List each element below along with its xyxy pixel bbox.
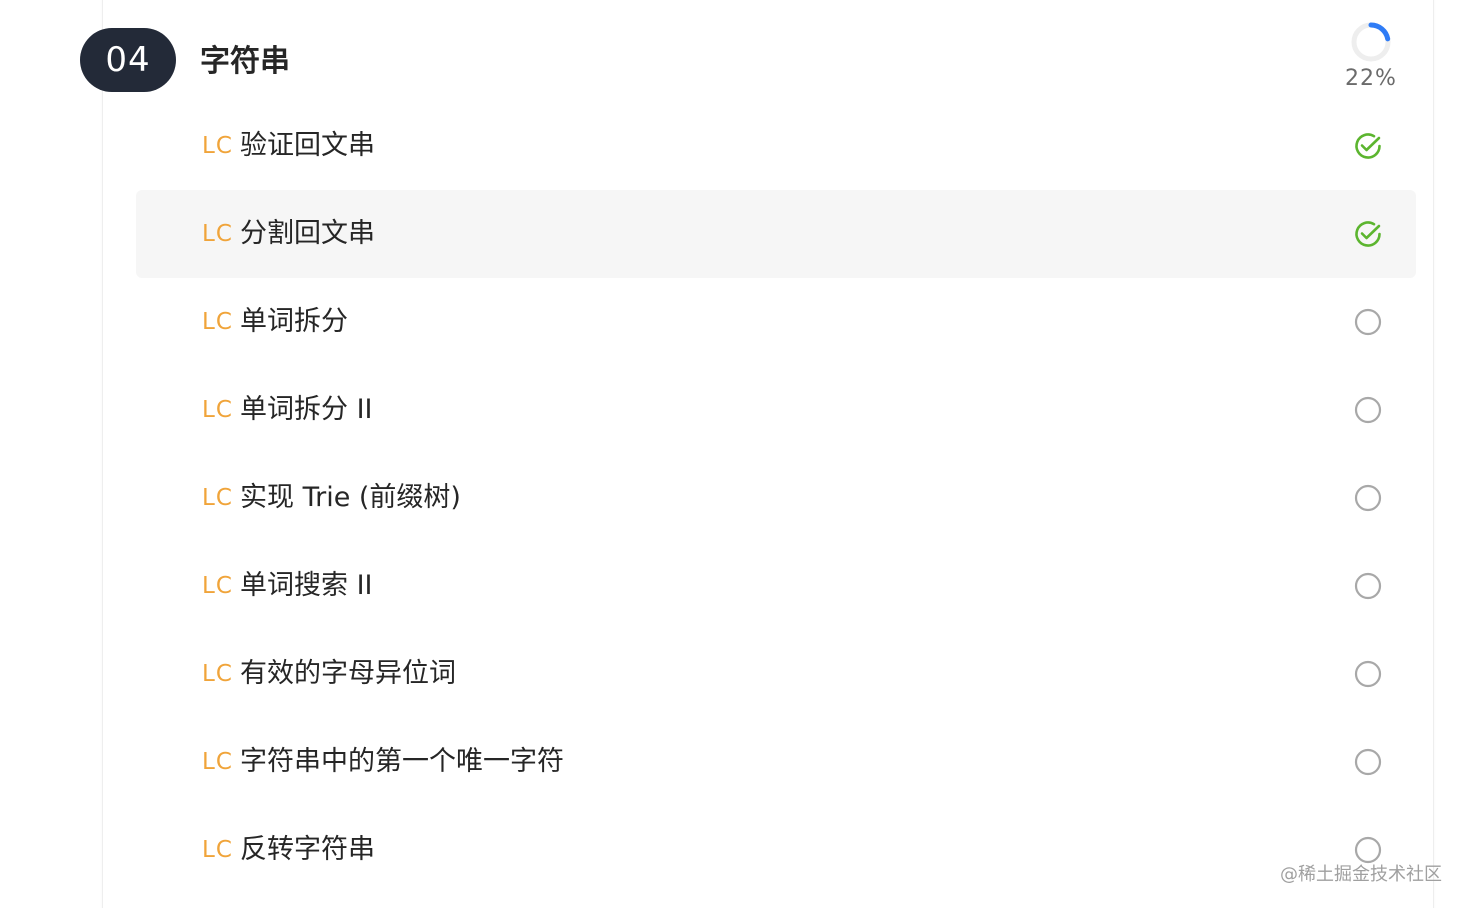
lc-tag: LC — [202, 397, 233, 423]
problem-row[interactable]: LC 实现 Trie (前缀树) — [136, 454, 1416, 542]
empty-circle-icon[interactable] — [1353, 747, 1383, 777]
empty-circle-icon[interactable] — [1353, 571, 1383, 601]
check-circle-icon[interactable] — [1353, 219, 1383, 249]
problem-row[interactable]: LC 字符串中的第一个唯一字符 — [136, 718, 1416, 806]
progress-ring — [1351, 22, 1391, 62]
empty-circle-icon[interactable] — [1353, 483, 1383, 513]
problem-row[interactable]: LC 有效的字母异位词 — [136, 630, 1416, 718]
problem-row[interactable]: LC 单词拆分 II — [136, 366, 1416, 454]
lc-tag: LC — [202, 485, 233, 511]
empty-circle-icon[interactable] — [1353, 659, 1383, 689]
problem-title-link[interactable]: 字符串中的第一个唯一字符 — [240, 718, 564, 806]
problem-list: LC 验证回文串 LC 分割回文串 LC 单词拆分 LC 单词拆分 II LC 实现 Trie (… — [136, 102, 1416, 894]
empty-circle-icon[interactable] — [1353, 395, 1383, 425]
lc-tag: LC — [202, 749, 233, 775]
section-progress: 22% — [1336, 18, 1406, 98]
problem-row[interactable]: LC 验证回文串 — [136, 102, 1416, 190]
lc-tag: LC — [202, 309, 233, 335]
lc-tag: LC — [202, 133, 233, 159]
progress-percent: 22% — [1345, 66, 1397, 91]
lc-tag: LC — [202, 837, 233, 863]
section-number-badge: 04 — [80, 28, 176, 92]
problem-title-link[interactable]: 单词拆分 II — [240, 366, 373, 454]
problem-title-link[interactable]: 反转字符串 — [240, 806, 375, 894]
problem-title-link[interactable]: 验证回文串 — [240, 102, 375, 190]
lc-tag: LC — [202, 661, 233, 687]
watermark: @稀土掘金技术社区 — [1280, 864, 1442, 885]
problem-title-link[interactable]: 单词拆分 — [240, 278, 348, 366]
page: 04 字符串 22% LC 验证回文串 LC 分割回文串 LC 单词拆分 LC 单词拆分 II… — [0, 0, 1466, 908]
problem-row[interactable]: LC 分割回文串 — [136, 190, 1416, 278]
check-circle-icon[interactable] — [1353, 131, 1383, 161]
empty-circle-icon[interactable] — [1353, 307, 1383, 337]
section-title: 字符串 — [200, 44, 290, 79]
problem-title-link[interactable]: 分割回文串 — [240, 190, 375, 278]
problem-title-link[interactable]: 有效的字母异位词 — [240, 630, 456, 718]
problem-title-link[interactable]: 单词搜索 II — [240, 542, 373, 630]
problem-title-link[interactable]: 实现 Trie (前缀树) — [240, 454, 461, 542]
problem-row[interactable]: LC 单词搜索 II — [136, 542, 1416, 630]
problem-row[interactable]: LC 单词拆分 — [136, 278, 1416, 366]
lc-tag: LC — [202, 221, 233, 247]
lc-tag: LC — [202, 573, 233, 599]
problem-row[interactable]: LC 反转字符串 — [136, 806, 1416, 894]
